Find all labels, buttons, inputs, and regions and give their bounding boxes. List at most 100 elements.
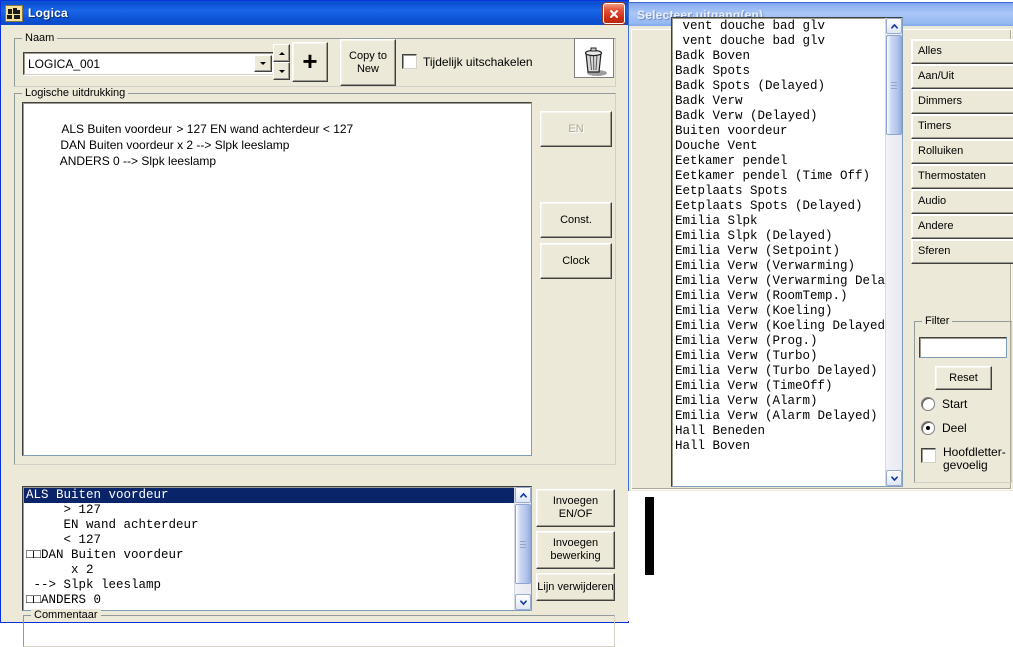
list-item[interactable]: Badk Verw — [673, 94, 885, 109]
logica-titlebar[interactable]: Logica — [1, 1, 628, 25]
filter-hoofdlettergevoelig-checkbox[interactable] — [921, 448, 936, 463]
filter-radio-deel-row[interactable]: Deel — [921, 421, 967, 435]
filter-radio-start[interactable] — [921, 397, 935, 411]
category-button-timers[interactable]: Timers — [911, 114, 1013, 139]
list-item[interactable]: Eetplaats Spots — [673, 184, 885, 199]
lijn-verwijderen-button[interactable]: Lijn verwijderen — [536, 573, 615, 601]
list-item[interactable]: Emilia Verw (TimeOff) — [673, 379, 885, 394]
list-item[interactable]: □□ANDERS 0 — [24, 593, 514, 608]
logica-title-text: Logica — [28, 6, 68, 20]
list-item[interactable]: Buiten voordeur — [673, 124, 885, 139]
list-item[interactable]: Emilia Verw (Alarm) — [673, 394, 885, 409]
const-button[interactable]: Const. — [540, 202, 612, 238]
list-item[interactable]: Emilia Verw (Prog.) — [673, 334, 885, 349]
list-item[interactable]: Emilia Verw (Koeling) — [673, 304, 885, 319]
expression-editor[interactable]: ALS Buiten voordeur > 127 EN wand achter… — [22, 102, 532, 456]
tijdelijk-uitschakelen-row[interactable]: Tijdelijk uitschakelen — [402, 54, 533, 69]
invoegen-en-of-line1: Invoegen — [552, 495, 599, 508]
list-item[interactable]: x 2 — [24, 563, 514, 578]
uitgangen-listbox[interactable]: vent douche bad glv vent douche bad glv … — [671, 17, 903, 487]
category-label: Timers — [918, 120, 952, 133]
category-button-aan-uit[interactable]: Aan/Uit — [911, 64, 1013, 89]
list-item[interactable]: Emilia Verw (Turbo Delayed) — [673, 364, 885, 379]
clock-button[interactable]: Clock — [540, 243, 612, 279]
list-item[interactable]: Badk Spots (Delayed) — [673, 79, 885, 94]
list-item[interactable]: vent douche bad glv — [673, 19, 885, 34]
list-item[interactable]: Eetkamer pendel — [673, 154, 885, 169]
chevron-down-icon — [260, 62, 266, 65]
scroll-thumb[interactable] — [886, 35, 902, 135]
invoegen-en-of-button[interactable]: Invoegen EN/OF — [536, 489, 615, 527]
delete-button[interactable] — [574, 38, 614, 78]
list-item[interactable]: Badk Verw (Delayed) — [673, 109, 885, 124]
filter-reset-button[interactable]: Reset — [935, 366, 992, 390]
add-button[interactable]: + — [292, 42, 328, 82]
scroll-up-button[interactable] — [515, 487, 531, 503]
list-item[interactable]: --> Slpk leeslamp — [24, 578, 514, 593]
list-item[interactable]: Badk Boven — [673, 49, 885, 64]
category-button-dimmers[interactable]: Dimmers — [911, 89, 1013, 114]
filter-radio-start-row[interactable]: Start — [921, 397, 967, 411]
copy-to-new-button[interactable]: Copy to New — [340, 39, 396, 86]
close-button[interactable] — [603, 3, 625, 24]
naam-dropdown-arrow[interactable] — [254, 55, 272, 72]
uitgangen-list-scrollbar[interactable] — [885, 18, 902, 486]
list-item[interactable]: Emilia Verw (Verwarming Delayed) — [673, 274, 885, 289]
scroll-thumb[interactable] — [515, 504, 531, 584]
filter-hoofdletter-row[interactable]: Hoofdletter- gevoelig — [921, 446, 1006, 472]
filter-input[interactable] — [920, 338, 1006, 357]
tijdelijk-uitschakelen-label: Tijdelijk uitschakelen — [423, 54, 533, 69]
category-label: Sferen — [918, 245, 951, 258]
list-item[interactable]: Emilia Verw (Turbo) — [673, 349, 885, 364]
list-item[interactable]: Emilia Verw (Setpoint) — [673, 244, 885, 259]
category-label: Dimmers — [918, 95, 962, 108]
list-item[interactable]: vent douche bad glv — [673, 34, 885, 49]
list-item[interactable]: Douche Vent — [673, 139, 885, 154]
naam-spinner[interactable] — [273, 44, 290, 80]
list-item[interactable]: Hall Boven — [673, 439, 885, 454]
list-item[interactable]: Badk Spots — [673, 64, 885, 79]
expression-line-1[interactable]: ALS Buiten voordeur > 127 EN wand achter… — [25, 105, 530, 136]
naam-combobox[interactable] — [23, 52, 275, 75]
filter-input-wrapper[interactable] — [919, 337, 1007, 358]
list-item[interactable]: < 127 — [24, 533, 514, 548]
filter-radio-deel[interactable] — [921, 421, 935, 435]
category-button-thermostaten[interactable]: Thermostaten — [911, 164, 1013, 189]
list-item[interactable]: > 127 — [24, 503, 514, 518]
list-item[interactable]: Emilia Slpk — [673, 214, 885, 229]
scroll-down-button[interactable] — [515, 594, 531, 610]
scroll-up-button[interactable] — [886, 18, 902, 34]
list-item[interactable]: Emilia Verw (RoomTemp.) — [673, 289, 885, 304]
invoegen-bewerking-button[interactable]: Invoegen bewerking — [536, 531, 615, 569]
filter-radio-deel-label: Deel — [942, 421, 967, 435]
category-button-rolluiken[interactable]: Rolluiken — [911, 139, 1013, 164]
list-item[interactable]: ALS Buiten voordeur — [24, 488, 514, 503]
naam-spinner-up[interactable] — [273, 44, 290, 62]
list-item[interactable]: Emilia Verw (Alarm Delayed) — [673, 409, 885, 424]
category-button-alles[interactable]: Alles — [911, 39, 1013, 64]
tijdelijk-uitschakelen-checkbox[interactable] — [402, 54, 417, 69]
uitgangen-list-items: vent douche bad glv vent douche bad glv … — [673, 19, 885, 485]
scroll-down-button[interactable] — [886, 470, 902, 486]
list-item[interactable]: Hall Beneden — [673, 424, 885, 439]
list-item[interactable]: Eetkamer pendel (Time Off) — [673, 169, 885, 184]
list-item[interactable]: Eetplaats Spots (Delayed) — [673, 199, 885, 214]
list-item[interactable]: Emilia Slpk (Delayed) — [673, 229, 885, 244]
chevron-up-icon — [890, 23, 898, 29]
expression-detail-listbox[interactable]: ALS Buiten voordeur > 127 EN wand achter… — [22, 486, 532, 611]
expression-line-3-text: ANDERS 0 --> Slpk leeslamp — [59, 154, 217, 168]
naam-spinner-down[interactable] — [273, 62, 290, 80]
list-item[interactable]: □□DAN Buiten voordeur — [24, 548, 514, 563]
naam-input[interactable] — [24, 53, 274, 74]
commentaar-group-label: Commentaar — [31, 609, 101, 621]
category-button-sferen[interactable]: Sferen — [911, 239, 1013, 264]
chevron-down-icon — [519, 599, 527, 605]
category-button-andere[interactable]: Andere — [911, 214, 1013, 239]
category-button-audio[interactable]: Audio — [911, 189, 1013, 214]
naam-group-label: Naam — [22, 32, 58, 44]
detail-list-scrollbar[interactable] — [514, 487, 531, 610]
list-item[interactable]: Emilia Verw (Verwarming) — [673, 259, 885, 274]
list-item[interactable]: EN wand achterdeur — [24, 518, 514, 533]
list-item[interactable]: Emilia Verw (Koeling Delayed) — [673, 319, 885, 334]
en-button[interactable]: EN — [540, 111, 612, 147]
